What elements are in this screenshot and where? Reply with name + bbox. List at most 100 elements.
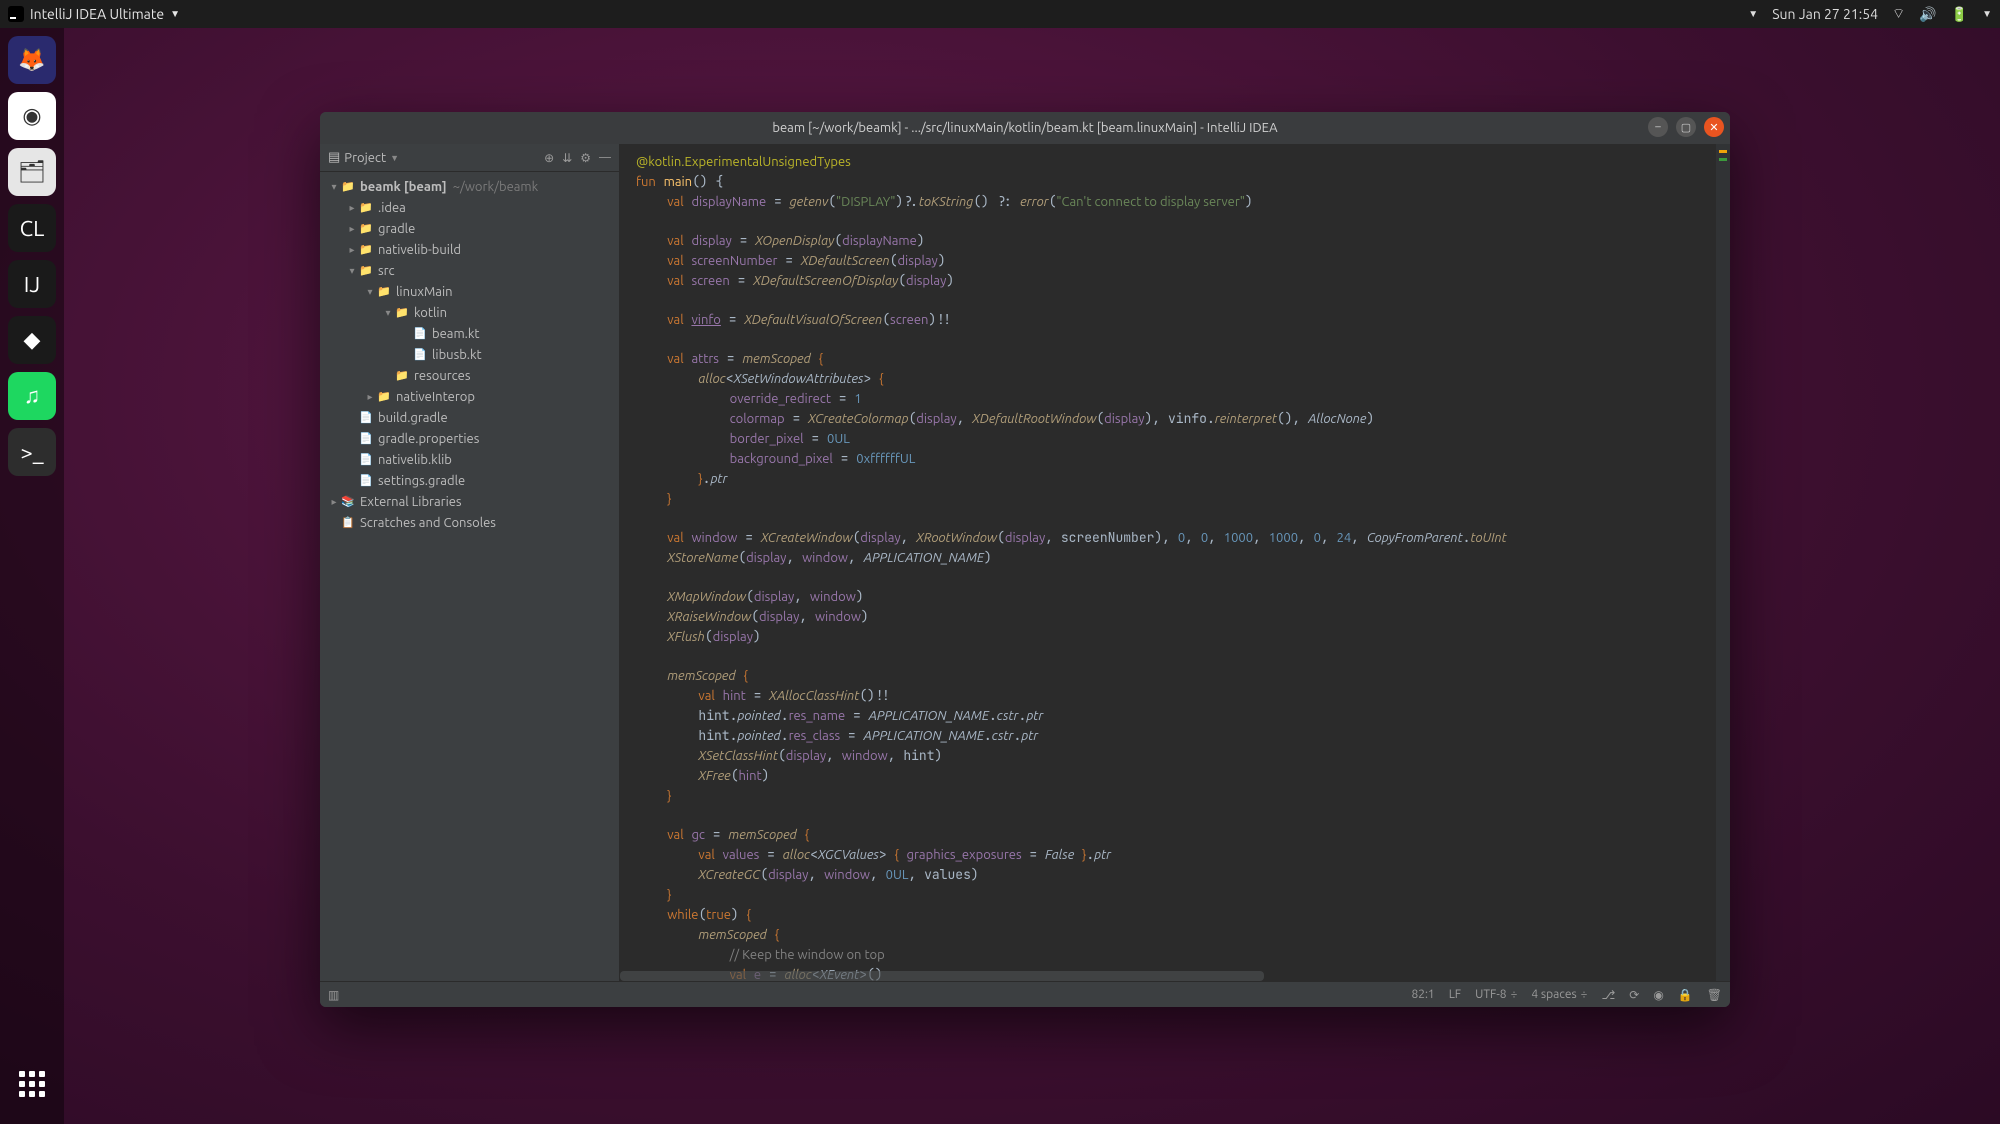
tree-node-label: Scratches and Consoles — [360, 516, 496, 530]
tree-node-label: resources — [414, 369, 471, 383]
tree-node-label: build.gradle — [378, 411, 448, 425]
tree-node-label: External Libraries — [360, 495, 462, 509]
dock-intellij[interactable]: IJ — [8, 260, 56, 308]
chevron-down-icon: ▼ — [170, 8, 180, 20]
sync-icon[interactable]: ⟳ — [1629, 988, 1639, 1002]
tree-row[interactable]: ▸📁 nativeInterop — [320, 386, 619, 407]
tree-node-icon: 📁 — [394, 305, 410, 321]
tree-node-icon: 📁 — [376, 284, 392, 300]
tree-node-path: ~/work/beamk — [453, 180, 539, 194]
system-topbar: IntelliJ IDEA Ultimate ▼ ▼ Sun Jan 27 21… — [0, 0, 2000, 28]
warning-marker[interactable] — [1719, 150, 1727, 153]
notification-chevron-icon[interactable]: ▼ — [1748, 8, 1758, 20]
target-icon[interactable]: ⊕ — [544, 151, 554, 165]
tree-arrow-icon: ▸ — [346, 202, 358, 214]
dock-clion[interactable]: CL — [8, 204, 56, 252]
tree-row[interactable]: ▾📁 kotlin — [320, 302, 619, 323]
tree-node-label: gradle.properties — [378, 432, 479, 446]
file-encoding[interactable]: UTF-8 ÷ — [1475, 988, 1517, 1001]
line-separator[interactable]: LF — [1449, 988, 1461, 1001]
tree-row[interactable]: 📁 resources — [320, 365, 619, 386]
volume-icon[interactable]: 🔊 — [1919, 6, 1936, 23]
tree-node-icon: 📋 — [340, 515, 356, 531]
system-tray[interactable]: ▼ Sun Jan 27 21:54 ⌔ 🔊 🔋 ▼ — [1748, 5, 1992, 23]
dock-spotify[interactable]: ♫ — [8, 372, 56, 420]
intellij-icon — [8, 6, 24, 22]
tree-row[interactable]: 📋 Scratches and Consoles — [320, 512, 619, 533]
tree-row[interactable]: ▸📁gradle — [320, 218, 619, 239]
tree-node-icon: 📁 — [358, 263, 374, 279]
tree-row[interactable]: ▸📁.idea — [320, 197, 619, 218]
tree-row[interactable]: 📄 build.gradle — [320, 407, 619, 428]
chevron-down-icon[interactable]: ▼ — [390, 153, 399, 163]
dock-toolbox[interactable]: ◆ — [8, 316, 56, 364]
app-menu[interactable]: IntelliJ IDEA Ultimate ▼ — [8, 6, 180, 22]
gear-icon[interactable]: ⚙ — [580, 151, 591, 165]
tree-node-icon: 📁 — [376, 389, 392, 405]
tree-node-label: nativeInterop — [396, 390, 475, 404]
tree-row[interactable]: ▾📁 linuxMain — [320, 281, 619, 302]
tree-node-icon: 📄 — [358, 473, 374, 489]
tree-row[interactable]: ▸📚External Libraries — [320, 491, 619, 512]
code-editor[interactable]: @kotlin.ExperimentalUnsignedTypes fun ma… — [620, 144, 1730, 981]
collapse-icon[interactable]: ⇊ — [562, 151, 572, 165]
dock: 🦊 ◉ 🗂 CL IJ ◆ ♫ >_ — [0, 28, 64, 1124]
code-content[interactable]: @kotlin.ExperimentalUnsignedTypes fun ma… — [620, 144, 1716, 981]
ok-marker[interactable] — [1719, 158, 1727, 161]
tree-node-icon: 📄 — [412, 347, 428, 363]
tree-arrow-icon: ▾ — [328, 181, 340, 193]
intellij-window: beam [~/work/beamk] - .../src/linuxMain/… — [320, 112, 1730, 1007]
tree-row[interactable]: 📄 settings.gradle — [320, 470, 619, 491]
tree-node-label: kotlin — [414, 306, 447, 320]
clock[interactable]: Sun Jan 27 21:54 — [1772, 6, 1878, 22]
dock-firefox[interactable]: 🦊 — [8, 36, 56, 84]
tree-arrow-icon: ▾ — [364, 286, 376, 298]
power-chevron-icon[interactable]: ▼ — [1982, 8, 1992, 20]
tree-row[interactable]: ▾📁beamk [beam]~/work/beamk — [320, 176, 619, 197]
tree-arrow-icon: ▾ — [382, 307, 394, 319]
dock-terminal[interactable]: >_ — [8, 428, 56, 476]
tree-row[interactable]: 📄beam.kt — [320, 323, 619, 344]
dock-chrome[interactable]: ◉ — [8, 92, 56, 140]
close-button[interactable]: ✕ — [1704, 117, 1724, 137]
tree-row[interactable]: ▾📁src — [320, 260, 619, 281]
battery-icon[interactable]: 🔋 — [1951, 6, 1968, 23]
wifi-icon[interactable]: ⌔ — [1892, 5, 1905, 23]
project-sidebar-header[interactable]: ▤ Project ▼ ⊕ ⇊ ⚙ — — [320, 144, 619, 172]
editor-gutter-right — [1716, 144, 1730, 981]
project-tree[interactable]: ▾📁beamk [beam]~/work/beamk▸📁.idea▸📁gradl… — [320, 172, 619, 981]
git-icon[interactable]: ⎇ — [1601, 988, 1615, 1002]
tree-node-label: libusb.kt — [432, 348, 482, 362]
tree-row[interactable]: ▸📁nativelib-build — [320, 239, 619, 260]
tree-node-icon: 📁 — [394, 368, 410, 384]
tree-node-label: nativelib-build — [378, 243, 461, 257]
project-icon: ▤ — [328, 150, 340, 165]
inspect-icon[interactable]: ◉ — [1653, 988, 1663, 1002]
indent-setting[interactable]: 4 spaces ÷ — [1531, 988, 1587, 1001]
window-title: beam [~/work/beamk] - .../src/linuxMain/… — [772, 121, 1277, 135]
tree-node-label: settings.gradle — [378, 474, 465, 488]
cursor-position[interactable]: 82:1 — [1411, 988, 1434, 1001]
tree-node-icon: 📄 — [358, 410, 374, 426]
horizontal-scrollbar[interactable] — [620, 971, 1264, 981]
tree-row[interactable]: 📄 libusb.kt — [320, 344, 619, 365]
tree-arrow-icon: ▸ — [346, 223, 358, 235]
maximize-button[interactable]: ▢ — [1676, 117, 1696, 137]
hide-icon[interactable]: — — [599, 151, 611, 165]
minimize-button[interactable]: – — [1648, 117, 1668, 137]
tree-arrow-icon: ▸ — [346, 244, 358, 256]
apps-grid-button[interactable] — [8, 1060, 56, 1108]
lock-icon[interactable]: 🔒 — [1678, 988, 1693, 1002]
tree-node-icon: 📄 — [412, 326, 428, 342]
tree-node-label: linuxMain — [396, 285, 453, 299]
dock-files[interactable]: 🗂 — [8, 148, 56, 196]
trash-icon[interactable]: 🗑 — [1707, 988, 1722, 1002]
tree-row[interactable]: 📄nativelib.klib — [320, 449, 619, 470]
statusbar-icon[interactable]: ▥ — [328, 988, 339, 1002]
project-label: Project — [344, 151, 386, 165]
tree-arrow-icon: ▸ — [364, 391, 376, 403]
titlebar[interactable]: beam [~/work/beamk] - .../src/linuxMain/… — [320, 112, 1730, 144]
tree-row[interactable]: 📄gradle.properties — [320, 428, 619, 449]
tree-arrow-icon: ▸ — [328, 496, 340, 508]
tree-node-label: gradle — [378, 222, 415, 236]
